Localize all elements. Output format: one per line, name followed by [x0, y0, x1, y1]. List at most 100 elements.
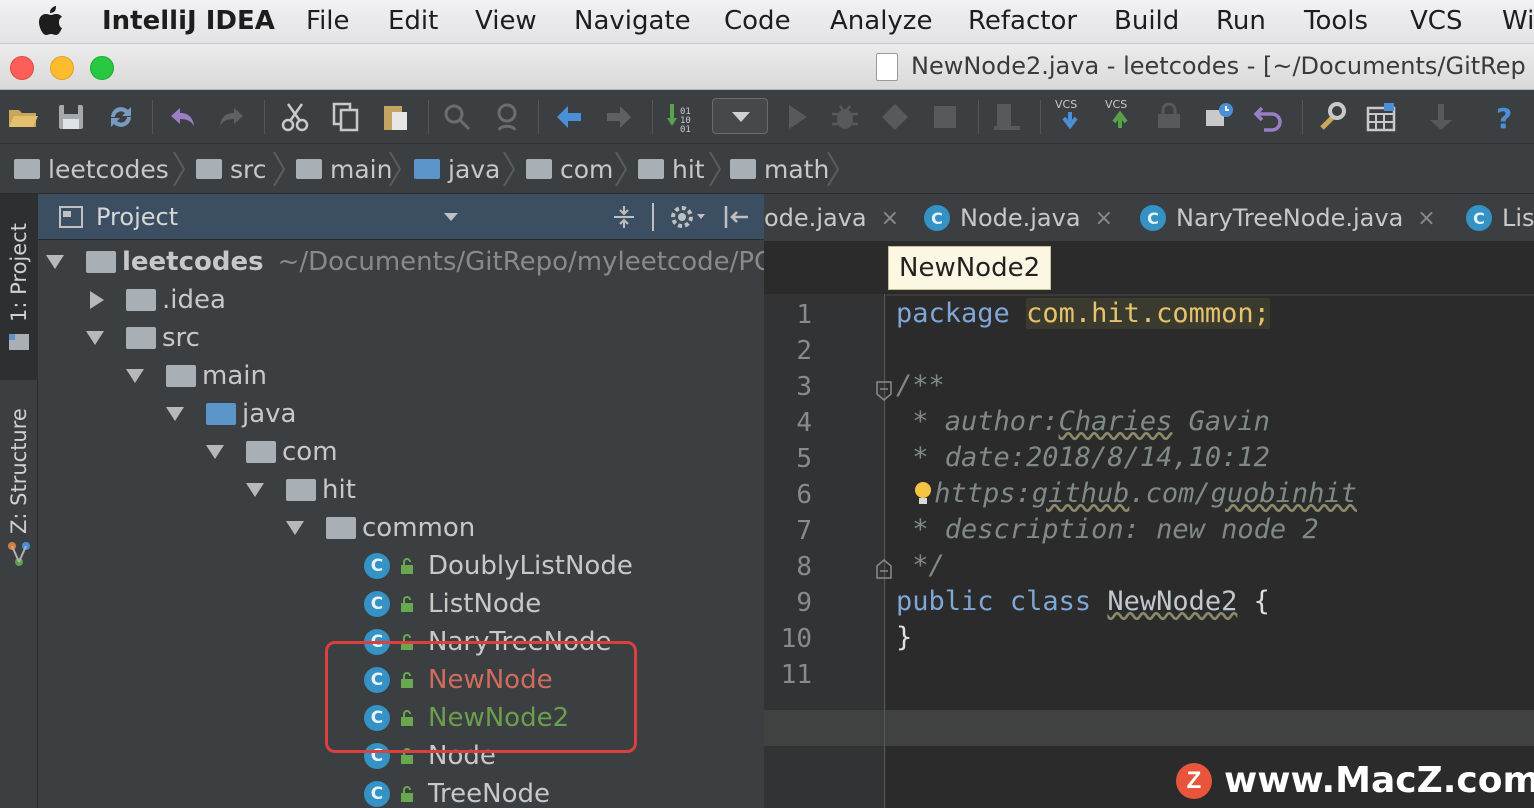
breadcrumb-item-math[interactable]: math [730, 144, 829, 194]
editor-tab-4[interactable]: C Lis [1466, 194, 1534, 242]
paste-icon[interactable] [378, 100, 412, 134]
revert-icon[interactable] [1252, 100, 1286, 134]
minimize-window-button[interactable] [50, 56, 74, 80]
hide-panel-icon[interactable] [722, 202, 752, 232]
tool-tab-project[interactable]: 1: Project [0, 194, 38, 380]
menu-tools[interactable]: Tools [1304, 6, 1368, 36]
breadcrumb-item-java[interactable]: java [414, 144, 500, 194]
tool-tab-structure[interactable]: Z: Structure [0, 394, 38, 574]
code-line-8[interactable]: */ [896, 550, 945, 581]
code-line-10[interactable]: } [896, 622, 912, 653]
code-line-6[interactable]: https:github.com/guobinhit [896, 478, 1357, 509]
close-window-button[interactable] [10, 56, 34, 80]
find-icon[interactable] [440, 100, 474, 134]
tree-node-com[interactable]: com [206, 433, 338, 471]
editor-tab-1[interactable]: ode.java × [764, 194, 899, 242]
expand-arrow-icon[interactable] [246, 483, 264, 497]
replace-icon[interactable] [490, 100, 524, 134]
cut-icon[interactable] [278, 100, 312, 134]
breadcrumb-item-src[interactable]: src [196, 144, 267, 194]
undo-icon[interactable] [166, 100, 200, 134]
open-folder-icon[interactable] [6, 100, 40, 134]
run-config-dropdown[interactable] [712, 98, 768, 134]
tree-node-hit[interactable]: hit [246, 471, 356, 509]
menu-analyze[interactable]: Analyze [830, 6, 932, 36]
close-icon[interactable]: × [1417, 206, 1435, 231]
gear-icon[interactable] [668, 202, 708, 232]
device-icon[interactable] [990, 100, 1024, 134]
menu-window[interactable]: Wi [1502, 6, 1534, 36]
code-line-7[interactable]: * description: new node 2 [896, 514, 1318, 545]
tree-node-main[interactable]: main [126, 357, 267, 395]
code-line-1[interactable]: package com.hit.common; [896, 298, 1270, 329]
fold-icon[interactable] [874, 380, 894, 402]
breadcrumb-item-com[interactable]: com [526, 144, 613, 194]
expand-arrow-icon[interactable] [206, 445, 224, 459]
zoom-window-button[interactable] [90, 56, 114, 80]
chevron-down-icon[interactable] [442, 210, 460, 224]
expand-arrow-icon[interactable] [46, 255, 64, 269]
vcs-update-icon[interactable]: VCS [1052, 98, 1088, 134]
apple-icon[interactable] [38, 6, 64, 36]
breadcrumb-item-main[interactable]: main [296, 144, 392, 194]
collapse-arrow-icon[interactable] [90, 291, 104, 309]
code-line-4[interactable]: * author:Charies Gavin [896, 406, 1270, 437]
run-icon[interactable] [780, 100, 814, 134]
tree-node-java[interactable]: java [166, 395, 296, 433]
menu-view[interactable]: View [475, 6, 537, 36]
vcs-commit-icon[interactable]: VCS [1102, 98, 1138, 134]
window-title-bar: NewNode2.java - leetcodes - [~/Documents… [0, 44, 1534, 90]
editor-tab-2[interactable]: C Node.java × [924, 194, 1113, 242]
vcs-compare-icon[interactable] [1202, 100, 1236, 134]
help-icon[interactable]: ? [1488, 100, 1522, 135]
sdk-icon[interactable] [1424, 100, 1458, 134]
expand-arrow-icon[interactable] [126, 369, 144, 383]
menu-edit[interactable]: Edit [388, 6, 438, 36]
tree-node-leetcodes[interactable]: leetcodes ~/Documents/GitRepo/myleetcode… [46, 243, 764, 281]
lightbulb-icon[interactable] [912, 480, 934, 508]
editor-tab-3[interactable]: C NaryTreeNode.java × [1140, 194, 1436, 242]
tree-node-idea[interactable]: .idea [86, 281, 226, 319]
settings-icon[interactable] [1314, 100, 1348, 134]
breadcrumb-item-leetcodes[interactable]: leetcodes [14, 144, 169, 194]
coverage-icon[interactable] [878, 100, 912, 134]
close-icon[interactable]: × [1095, 206, 1113, 231]
expand-arrow-icon[interactable] [286, 521, 304, 535]
tree-node-src[interactable]: src [86, 319, 200, 357]
tree-class-doublylistnode[interactable]: C DoublyListNode [364, 547, 633, 585]
module-folder-icon [14, 159, 40, 179]
menu-app-name[interactable]: IntelliJ IDEA [102, 6, 275, 36]
menu-navigate[interactable]: Navigate [574, 6, 691, 36]
copy-icon[interactable] [328, 100, 362, 134]
expand-arrow-icon[interactable] [166, 407, 184, 421]
code-line-5[interactable]: * date:2018/8/14,10:12 [896, 442, 1270, 473]
tree-class-listnode[interactable]: C ListNode [364, 585, 541, 623]
tree-class-treenode[interactable]: C TreeNode [364, 775, 550, 808]
breadcrumb-item-hit[interactable]: hit [638, 144, 705, 194]
code-line-3[interactable]: /** [896, 370, 945, 401]
editor-breadcrumb-popup[interactable]: NewNode2 [888, 246, 1052, 290]
debug-icon[interactable] [828, 100, 862, 134]
menu-code[interactable]: Code [724, 6, 791, 36]
tree-node-common[interactable]: common [286, 509, 475, 547]
redo-icon[interactable] [214, 100, 248, 134]
expand-arrow-icon[interactable] [86, 331, 104, 345]
close-icon[interactable]: × [881, 206, 899, 231]
structure-icon[interactable] [1364, 100, 1398, 134]
vcs-history-icon[interactable] [1152, 100, 1186, 134]
menu-vcs[interactable]: VCS [1410, 6, 1462, 36]
menu-run[interactable]: Run [1216, 6, 1266, 36]
project-panel-title[interactable]: Project [96, 203, 178, 231]
build-icon[interactable]: 01 10 01 [664, 100, 698, 135]
collapse-all-icon[interactable] [610, 202, 638, 232]
save-icon[interactable] [54, 100, 88, 134]
stop-icon[interactable] [928, 100, 962, 134]
forward-icon[interactable] [602, 100, 636, 134]
menu-build[interactable]: Build [1114, 6, 1179, 36]
fold-icon[interactable] [874, 558, 894, 580]
back-icon[interactable] [552, 100, 586, 134]
menu-refactor[interactable]: Refactor [968, 6, 1077, 36]
code-line-9[interactable]: public class NewNode2 { [896, 586, 1270, 617]
sync-icon[interactable] [104, 100, 138, 134]
menu-file[interactable]: File [306, 6, 350, 36]
